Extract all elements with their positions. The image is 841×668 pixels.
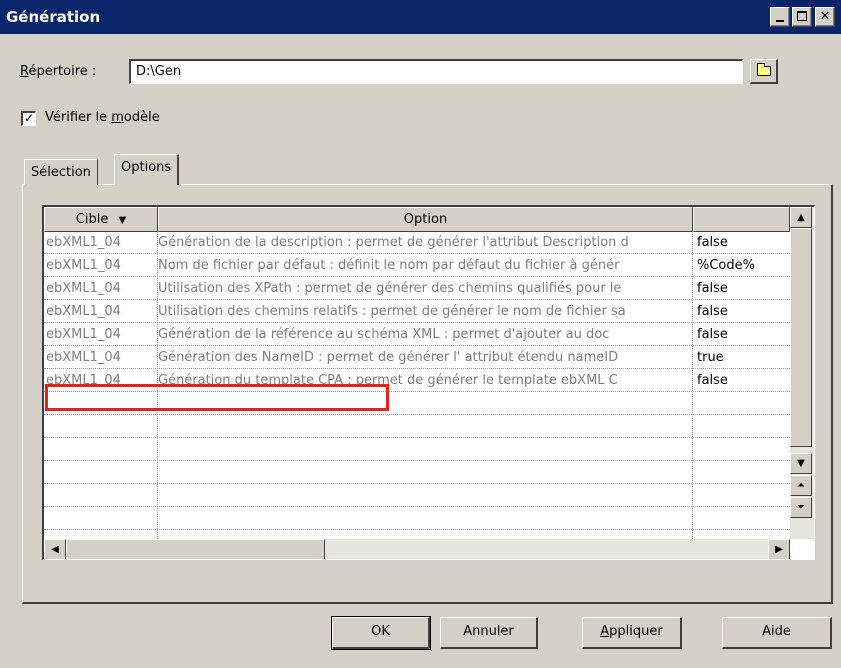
cancel-button[interactable]: Annuler <box>440 617 538 649</box>
cell-value[interactable]: false <box>695 232 790 254</box>
directory-input[interactable]: D:\Gen <box>129 59 743 84</box>
column-header-value[interactable] <box>693 207 790 232</box>
cell-value[interactable]: false <box>695 301 790 323</box>
verify-model-label: Vérifier le modèle <box>45 110 160 125</box>
tab-selection[interactable]: Sélection <box>24 159 98 185</box>
cell-cible: ebXML1_04 <box>46 304 121 319</box>
arrow-left-icon: ◀ <box>51 544 59 555</box>
cell-cible: ebXML1_04 <box>46 327 121 342</box>
tab-options[interactable]: Options <box>114 154 180 185</box>
cell-value[interactable]: true <box>695 347 790 369</box>
browse-folder-button[interactable] <box>750 59 778 84</box>
page-up-button[interactable]: ⏶ <box>790 475 812 496</box>
scroll-right-button[interactable]: ▶ <box>768 539 790 559</box>
cell-cible: ebXML1_04 <box>46 258 121 273</box>
horizontal-scrollbar[interactable]: ◀ ▶ <box>44 539 790 559</box>
column-header-option[interactable]: Option <box>158 207 693 232</box>
cell-value[interactable]: false <box>695 278 790 300</box>
scroll-up-button[interactable]: ▲ <box>790 207 812 228</box>
page-up-icon: ⏶ <box>797 480 805 491</box>
cell-option: Génération des NameID : permet de génére… <box>158 350 619 365</box>
cell-cible: ebXML1_04 <box>46 281 121 296</box>
cell-option: Utilisation des chemins relatifs : perme… <box>158 304 626 319</box>
close-button[interactable]: ✕ <box>815 7 835 27</box>
table-row[interactable]: ebXML1_04 Utilisation des XPath : permet… <box>44 278 790 300</box>
maximize-button[interactable] <box>792 7 812 27</box>
options-grid[interactable]: Cible ▼ Option ebXML1_04 Génération de l… <box>42 205 815 560</box>
cell-value[interactable]: false <box>695 370 790 392</box>
table-row[interactable]: ebXML1_04 Nom de fichier par défaut : dé… <box>44 255 790 277</box>
cell-cible: ebXML1_04 <box>46 373 121 388</box>
table-row[interactable]: ebXML1_04 Génération de la description :… <box>44 232 790 254</box>
arrow-down-icon: ▼ <box>797 458 805 469</box>
title-bar[interactable]: Génération ✕ <box>0 0 841 34</box>
empty-row <box>44 508 790 530</box>
table-row[interactable]: ebXML1_04 Génération de la référence au … <box>44 324 790 346</box>
window-title: Génération <box>6 8 101 26</box>
close-icon: ✕ <box>819 9 831 24</box>
vertical-scrollbar[interactable]: ▲ ▼ ⏶ ⏷ <box>790 207 814 539</box>
horizontal-scroll-thumb[interactable] <box>66 539 325 559</box>
scroll-left-button[interactable]: ◀ <box>44 539 66 559</box>
cell-option: Génération de la référence au schéma XML… <box>158 327 610 342</box>
page-down-button[interactable]: ⏷ <box>790 497 812 518</box>
table-row[interactable]: ebXML1_04 Génération des NameID : permet… <box>44 347 790 369</box>
empty-row <box>44 416 790 438</box>
help-button[interactable]: Aide <box>722 617 832 649</box>
empty-row <box>44 439 790 461</box>
arrow-up-icon: ▲ <box>797 212 805 223</box>
cell-value[interactable]: %Code% <box>695 255 790 277</box>
apply-button[interactable]: Appliquer <box>582 617 682 649</box>
verify-model-checkbox[interactable]: ✓ <box>21 111 36 126</box>
column-header-cible[interactable]: Cible ▼ <box>44 207 158 232</box>
scroll-down-button[interactable]: ▼ <box>790 453 812 474</box>
page-down-icon: ⏷ <box>797 502 805 513</box>
empty-row <box>44 485 790 507</box>
cell-option: Génération de la description : permet de… <box>158 235 629 250</box>
table-row[interactable]: ebXML1_04 Utilisation des chemins relati… <box>44 301 790 323</box>
ok-button[interactable]: OK <box>331 616 431 650</box>
arrow-right-icon: ▶ <box>775 544 783 555</box>
table-row[interactable]: ebXML1_04 Génération du template CPA : p… <box>44 370 790 392</box>
cell-option: Utilisation des XPath : permet de génére… <box>158 281 622 296</box>
column-header-cible-label: Cible <box>75 212 109 227</box>
minimize-button[interactable] <box>770 7 790 27</box>
sort-down-icon: ▼ <box>118 215 127 226</box>
empty-row <box>44 462 790 484</box>
cell-cible: ebXML1_04 <box>46 235 121 250</box>
maximize-icon <box>797 11 807 21</box>
directory-label: Répertoire : <box>20 64 97 79</box>
cell-option: Nom de fichier par défaut : définit le n… <box>158 258 620 273</box>
empty-row <box>44 393 790 415</box>
cell-value[interactable]: false <box>695 324 790 346</box>
minimize-icon <box>776 20 784 22</box>
vertical-scroll-thumb[interactable] <box>790 228 812 447</box>
cell-option: Génération du template CPA : permet de g… <box>158 373 618 388</box>
folder-icon <box>757 63 771 76</box>
cell-cible: ebXML1_04 <box>46 350 121 365</box>
